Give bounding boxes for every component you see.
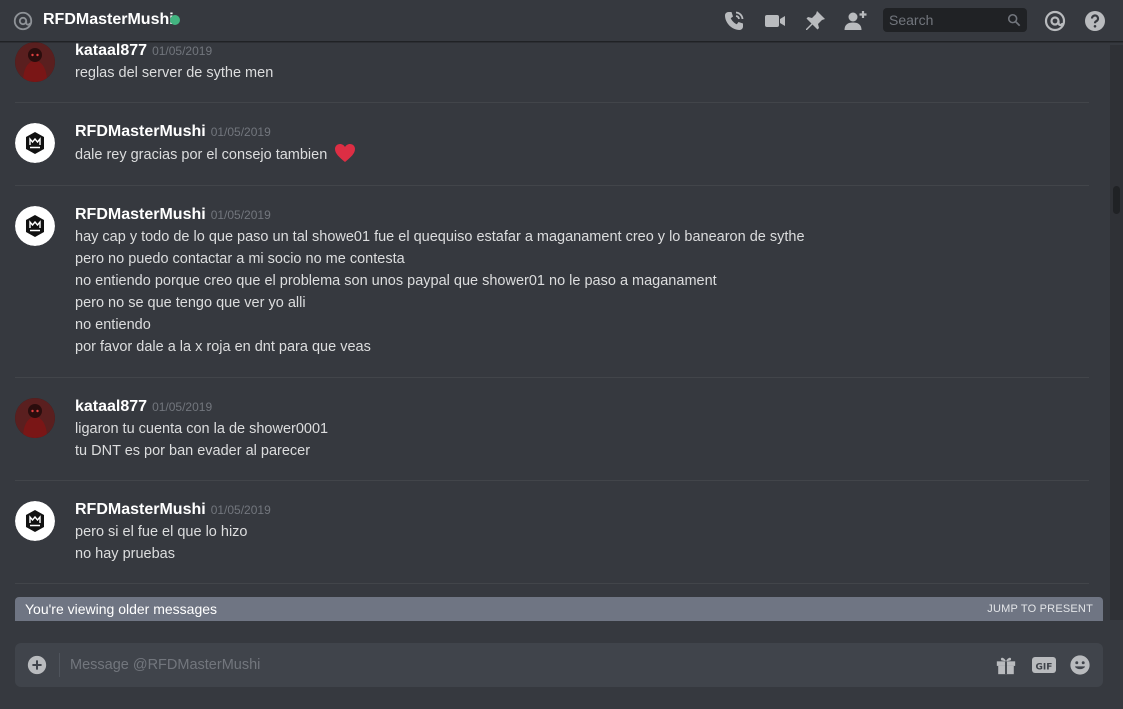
- message-text: hay cap y todo de lo que paso un tal sho…: [75, 229, 805, 245]
- message-author[interactable]: kataal877 01/05/2019: [75, 398, 212, 416]
- rfd-avatar[interactable]: [15, 123, 55, 163]
- message-divider: [15, 185, 1089, 186]
- message-text: pero no se que tengo que ver yo alli: [75, 295, 306, 311]
- older-messages-bar[interactable]: You're viewing older messages JUMP TO PR…: [15, 597, 1103, 621]
- scrollbar-track[interactable]: [1110, 45, 1123, 620]
- message-list[interactable]: kataal877 01/05/2019 reglas del server de…: [0, 42, 1110, 597]
- message-author[interactable]: kataal877 01/05/2019: [75, 42, 212, 60]
- message-text: pero no puedo contactar a mi socio no me…: [75, 251, 405, 267]
- message-composer: GIF: [15, 643, 1103, 687]
- message-text: no entiendo: [75, 317, 151, 333]
- message-text: dale rey gracias por el consejo tambien: [75, 143, 356, 166]
- message-text: no entiendo porque creo que el problema …: [75, 273, 717, 289]
- dm-recipient-name: RFDMasterMushi: [43, 11, 174, 28]
- message-text: reglas del server de sythe men: [75, 65, 274, 81]
- pin-icon[interactable]: [803, 9, 827, 33]
- composer-separator: [59, 653, 60, 677]
- message-author[interactable]: RFDMasterMushi 01/05/2019: [75, 123, 271, 141]
- jump-to-present-button[interactable]: JUMP TO PRESENT: [987, 602, 1093, 616]
- rfd-avatar[interactable]: [15, 501, 55, 541]
- message-text: ligaron tu cuenta con la de shower0001: [75, 421, 329, 437]
- message-timestamp: 01/05/2019: [152, 400, 213, 414]
- message-timestamp: 01/05/2019: [152, 44, 213, 58]
- message-divider: [15, 102, 1089, 103]
- message-author[interactable]: RFDMasterMushi 01/05/2019: [75, 501, 271, 519]
- add-attachment-icon[interactable]: [27, 655, 47, 675]
- svg-text:GIF: GIF: [1036, 663, 1053, 673]
- message-author[interactable]: RFDMasterMushi 01/05/2019: [75, 206, 271, 224]
- gift-icon[interactable]: [995, 654, 1017, 676]
- message-text: tu DNT es por ban evader al parecer: [75, 443, 311, 459]
- emoji-icon[interactable]: [1069, 654, 1091, 676]
- heart-emoji: [335, 144, 356, 162]
- message-divider: [15, 583, 1089, 584]
- gif-icon[interactable]: GIF: [1031, 654, 1057, 676]
- mentions-icon[interactable]: [1043, 9, 1067, 33]
- online-status-indicator: [170, 15, 180, 25]
- message-input[interactable]: [70, 643, 970, 687]
- kataal-avatar[interactable]: [15, 398, 55, 438]
- search-icon: [1007, 13, 1021, 27]
- message-timestamp: 01/05/2019: [210, 208, 271, 222]
- message-text: pero si el fue el que lo hizo: [75, 524, 248, 540]
- kataal-avatar[interactable]: [15, 42, 55, 82]
- message-text: no hay pruebas: [75, 546, 175, 562]
- scrollbar-thumb[interactable]: [1113, 186, 1120, 214]
- message-divider: [15, 377, 1089, 378]
- message-text: por favor dale a la x roja en dnt para q…: [75, 339, 371, 355]
- search-input[interactable]: [883, 8, 1001, 32]
- message-divider: [15, 480, 1089, 481]
- at-icon: [13, 11, 33, 31]
- channel-header: RFDMasterMushi: [0, 0, 1123, 42]
- message-timestamp: 01/05/2019: [210, 125, 271, 139]
- message-timestamp: 01/05/2019: [210, 503, 271, 517]
- rfd-avatar[interactable]: [15, 206, 55, 246]
- search-bar[interactable]: [883, 8, 1027, 32]
- older-messages-text: You're viewing older messages: [25, 601, 218, 617]
- phone-call-icon[interactable]: [722, 9, 746, 33]
- video-call-icon[interactable]: [763, 9, 787, 33]
- help-icon[interactable]: [1083, 9, 1107, 33]
- add-friend-icon[interactable]: [843, 9, 867, 33]
